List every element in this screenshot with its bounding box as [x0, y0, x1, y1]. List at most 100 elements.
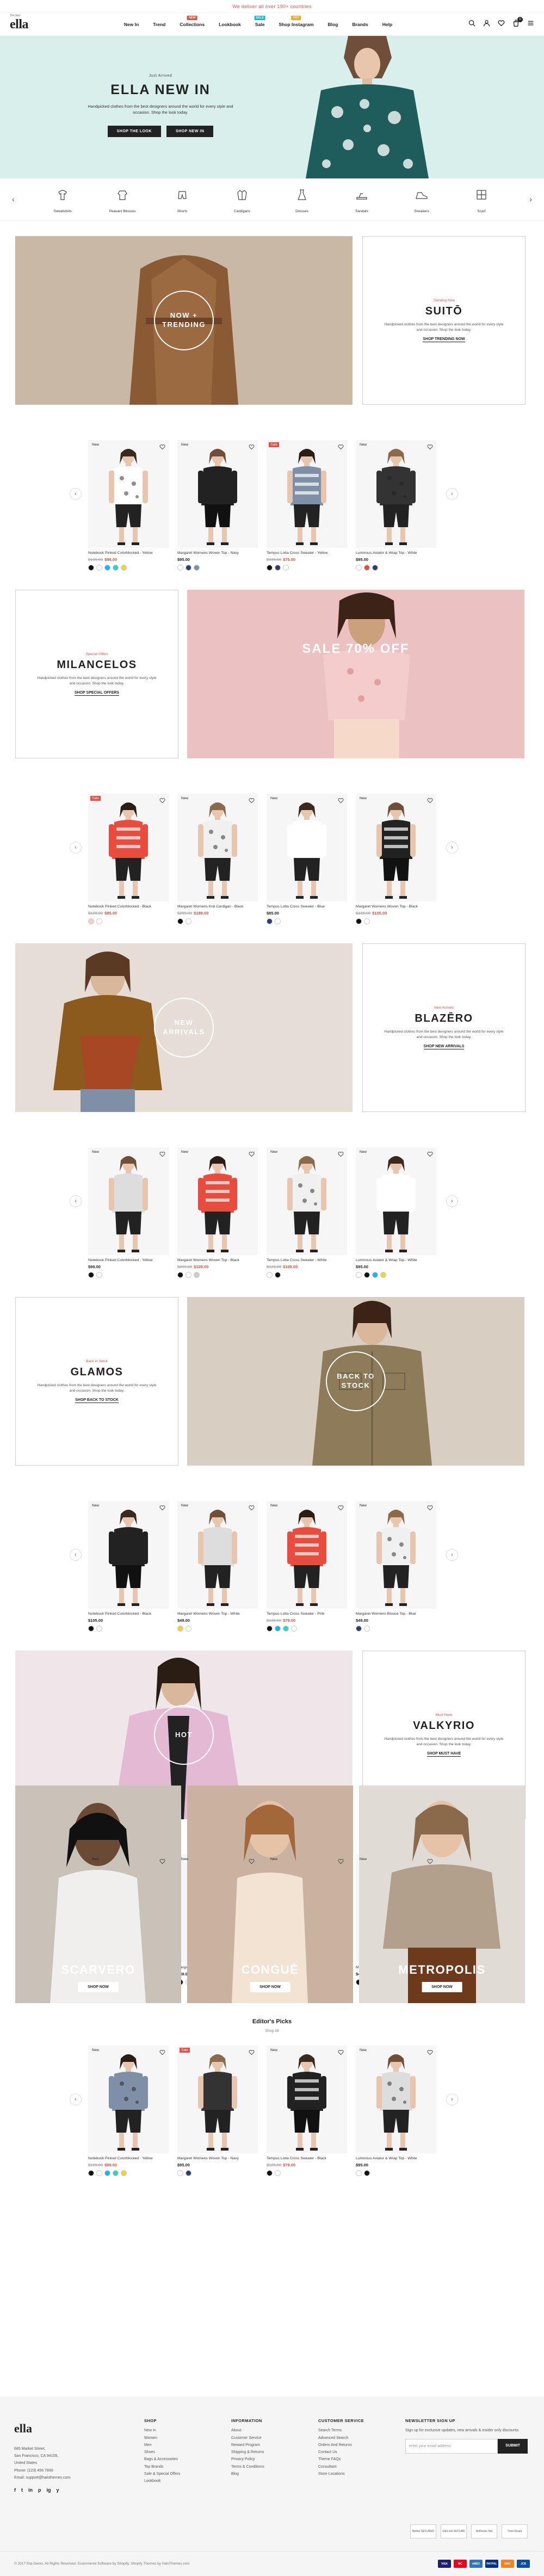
product-image-wrap[interactable]: New: [267, 2046, 347, 2153]
color-swatch[interactable]: [283, 1626, 289, 1632]
product-name[interactable]: Margaret Womens Woven Top - Navy: [177, 2157, 258, 2160]
carousel-next-button[interactable]: ›: [446, 842, 458, 854]
color-swatch[interactable]: [275, 2170, 281, 2176]
footer-link[interactable]: New In: [144, 2427, 226, 2434]
footer-link[interactable]: Theme FAQs: [318, 2456, 400, 2463]
category-cardigans[interactable]: Cardigans: [212, 184, 272, 215]
nav-item-brands[interactable]: Brands: [352, 22, 368, 27]
color-swatch[interactable]: [121, 2170, 127, 2176]
color-swatch[interactable]: [194, 1272, 200, 1278]
product-image-wrap[interactable]: New: [177, 794, 258, 901]
color-swatch[interactable]: [275, 565, 281, 571]
footer-link[interactable]: Blog: [231, 2470, 313, 2478]
color-swatch[interactable]: [121, 565, 127, 571]
product-image-wrap[interactable]: New: [88, 2046, 169, 2153]
wishlist-heart-icon[interactable]: [249, 443, 255, 450]
carousel-prev-button[interactable]: ‹: [70, 2093, 82, 2105]
wishlist-heart-icon[interactable]: [159, 796, 165, 804]
category-next-arrow[interactable]: ›: [529, 195, 532, 203]
color-swatch[interactable]: [364, 565, 370, 571]
product-image-wrap[interactable]: New: [177, 1501, 258, 1609]
product-name[interactable]: Luminous Aviator & Wrap Top - White: [356, 1258, 436, 1262]
user-icon[interactable]: [483, 20, 490, 29]
product-card[interactable]: New Tempus Lotta Cross Sweater - Pink $129…: [267, 1501, 347, 1632]
category-scarf[interactable]: Scarf: [452, 184, 511, 215]
product-name[interactable]: Luminous Aviator & Wrap Top - White: [356, 551, 436, 555]
color-swatch[interactable]: [356, 918, 362, 924]
product-card[interactable]: New Margaret Womens Woven Top - Black $209…: [177, 1147, 258, 1278]
footer-link[interactable]: Women: [144, 2435, 226, 2442]
product-name[interactable]: Margaret Womens Woven Top - Black: [177, 1258, 258, 1262]
wishlist-heart-icon[interactable]: [338, 1857, 344, 1864]
color-swatch[interactable]: [372, 1272, 378, 1278]
nav-item-collections[interactable]: Collections New: [180, 15, 205, 27]
color-swatch[interactable]: [267, 1272, 273, 1278]
shop-the-look-button[interactable]: SHOP THE LOOK: [107, 125, 161, 137]
product-card[interactable]: New Notebook Pinked Colorblocked - Yellow…: [88, 440, 169, 571]
product-card[interactable]: New Margaret Womens Woven Top - Navy $95.0…: [177, 440, 258, 571]
product-card[interactable]: New Notebook Pinked Colorblocked - Yellow…: [88, 1147, 169, 1278]
color-swatch[interactable]: [88, 918, 94, 924]
nav-item-sale[interactable]: Sale Sale: [254, 15, 265, 27]
carousel-next-button[interactable]: ›: [446, 1195, 458, 1207]
nav-item-trend[interactable]: Trend: [153, 22, 165, 27]
newsletter-email-input[interactable]: enter your email address: [405, 2438, 498, 2454]
product-card[interactable]: Sale Notebook Pinked Colorblocked - Black…: [88, 794, 169, 924]
color-swatch[interactable]: [88, 565, 94, 571]
product-card[interactable]: New Tempus Lotta Cross Sweater - White $12…: [267, 1147, 347, 1278]
color-swatch[interactable]: [186, 2170, 191, 2176]
nav-item-lookbook[interactable]: Lookbook: [219, 22, 241, 27]
carousel-next-button[interactable]: ›: [446, 1549, 458, 1561]
footer-link[interactable]: Contact Us: [318, 2449, 400, 2456]
color-swatch[interactable]: [88, 1626, 94, 1632]
color-swatch[interactable]: [177, 1272, 183, 1278]
wishlist-heart-icon[interactable]: [338, 1504, 344, 1511]
color-swatch[interactable]: [364, 1272, 370, 1278]
color-swatch[interactable]: [267, 2170, 273, 2176]
category-prev-arrow[interactable]: ‹: [12, 195, 15, 203]
color-swatch[interactable]: [267, 1626, 273, 1632]
footer-link[interactable]: Lookbook: [144, 2478, 226, 2485]
product-card[interactable]: New Luminous Aviator & Wrap Top - White $9…: [356, 2046, 436, 2176]
wishlist-heart-icon[interactable]: [249, 796, 255, 804]
collection-shop-link[interactable]: SHOP TRENDING NOW: [423, 337, 465, 342]
wishlist-heart-icon[interactable]: [338, 443, 344, 450]
social-icon-y[interactable]: y: [57, 2486, 59, 2495]
category-sweatshirts[interactable]: Sweatshirts: [33, 184, 92, 215]
product-card[interactable]: New Margaret Womens Knit Cardigan - Black…: [177, 794, 258, 924]
logo[interactable]: the new ella: [10, 14, 48, 31]
color-swatch[interactable]: [96, 2170, 102, 2176]
wishlist-heart-icon[interactable]: [159, 1150, 165, 1157]
product-card[interactable]: New Margaret Womens Woven Top - Black $125…: [356, 794, 436, 924]
social-icon-p[interactable]: p: [38, 2486, 41, 2495]
color-swatch[interactable]: [283, 565, 289, 571]
product-card[interactable]: New Notebook Pinked Colorblocked - Black $…: [88, 1501, 169, 1632]
category-sneakers[interactable]: Sneakers: [392, 184, 452, 215]
wishlist-heart-icon[interactable]: [427, 443, 433, 450]
wishlist-heart-icon[interactable]: [427, 1857, 433, 1864]
category-shorts[interactable]: Shorts: [152, 184, 212, 215]
nav-item-shop-instagram[interactable]: Shop Instagram Hot: [279, 15, 314, 27]
color-swatch[interactable]: [380, 1272, 386, 1278]
carousel-next-button[interactable]: ›: [446, 2093, 458, 2105]
product-name[interactable]: Margaret Womens Woven Top - White: [177, 1612, 258, 1616]
footer-link[interactable]: Consultant: [318, 2463, 400, 2470]
color-swatch[interactable]: [356, 2170, 362, 2176]
wishlist-icon[interactable]: [498, 20, 505, 29]
color-swatch[interactable]: [275, 918, 281, 924]
product-image-wrap[interactable]: New: [267, 794, 347, 901]
carousel-prev-button[interactable]: ‹: [70, 1195, 82, 1207]
cart-icon[interactable]: 0: [512, 16, 523, 29]
color-swatch[interactable]: [88, 2170, 94, 2176]
collection-banner-image[interactable]: SALE 70% OFF: [187, 590, 524, 758]
product-card[interactable]: Sale Margaret Womens Woven Top - Navy $95.…: [177, 2046, 258, 2176]
product-name[interactable]: Notebook Pinked Colorblocked - Black: [88, 1612, 169, 1616]
collection-banner-image[interactable]: NOW + TRENDING: [15, 236, 353, 405]
nav-item-blog[interactable]: Blog: [328, 22, 338, 27]
wishlist-heart-icon[interactable]: [159, 2048, 165, 2055]
color-swatch[interactable]: [96, 565, 102, 571]
product-image-wrap[interactable]: New: [356, 794, 436, 901]
product-name[interactable]: Notebook Pinked Colorblocked - Yellow: [88, 551, 169, 555]
footer-link[interactable]: Advanced Search: [318, 2435, 400, 2442]
product-card[interactable]: New Tempus Lotta Cross Sweater - Black $12…: [267, 2046, 347, 2176]
